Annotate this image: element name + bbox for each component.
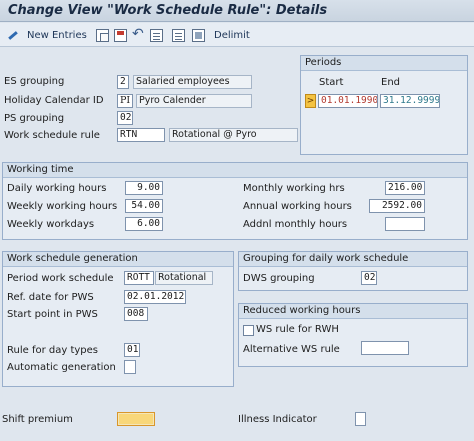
work-schedule-generation-group: Work schedule generation Period work sch… xyxy=(2,251,234,387)
illness-indicator-label: Illness Indicator xyxy=(238,414,317,425)
new-entries-label: New Entries xyxy=(27,29,87,41)
rule-day-types-field[interactable]: 01 xyxy=(124,343,140,357)
periods-group: Periods Start End > 01.01.1990 31.12.999… xyxy=(300,55,468,155)
start-point-label: Start point in PWS xyxy=(7,309,98,320)
delete-icon xyxy=(192,28,205,42)
page-title: Change View "Work Schedule Rule": Detail… xyxy=(8,3,328,18)
select-all-icon xyxy=(150,28,163,42)
rule-day-types-label: Rule for day types xyxy=(7,345,98,356)
weekly-workdays-field[interactable]: 6.00 xyxy=(125,217,163,231)
period-start-field[interactable]: 01.01.1990 xyxy=(318,94,378,108)
addnl-monthly-hours-field[interactable] xyxy=(385,217,425,231)
reduced-hours-group: Reduced working hours WS rule for RWH Al… xyxy=(238,303,468,367)
period-work-schedule-label: Period work schedule xyxy=(7,273,114,284)
work-schedule-rule-text: Rotational @ Pyro xyxy=(169,128,298,142)
row-selector[interactable]: > xyxy=(305,94,316,108)
alternative-ws-rule-label: Alternative WS rule xyxy=(243,344,340,355)
save-button[interactable] xyxy=(114,27,127,43)
es-grouping-field[interactable]: 2 xyxy=(117,75,129,89)
annual-hours-field[interactable]: 2592.00 xyxy=(369,199,425,213)
select-block-button[interactable] xyxy=(172,27,185,43)
daily-hours-label: Daily working hours xyxy=(7,183,107,194)
period-work-schedule-text: Rotational xyxy=(155,271,213,285)
reduced-hours-title: Reduced working hours xyxy=(239,304,467,319)
monthly-hours-field[interactable]: 216.00 xyxy=(385,181,425,195)
copy-icon xyxy=(96,28,109,42)
start-point-field[interactable]: 008 xyxy=(124,307,148,321)
holiday-calendar-text: Pyro Calender xyxy=(136,94,252,108)
weekly-hours-field[interactable]: 54.00 xyxy=(125,199,163,213)
holiday-calendar-field[interactable]: PI xyxy=(117,94,133,108)
monthly-hours-label: Monthly working hrs xyxy=(243,183,345,194)
period-end-field[interactable]: 31.12.9999 xyxy=(380,94,440,108)
save-icon xyxy=(114,28,127,42)
working-time-title: Working time xyxy=(3,163,467,178)
weekly-workdays-label: Weekly workdays xyxy=(7,219,95,230)
period-work-schedule-field[interactable]: ROTT xyxy=(124,271,154,285)
select-block-icon xyxy=(172,28,185,42)
working-time-group: Working time Daily working hours 9.00 We… xyxy=(2,162,468,240)
ps-grouping-field[interactable]: 02 xyxy=(117,111,133,125)
new-entries-button[interactable]: New Entries xyxy=(6,27,87,43)
dws-grouping-title: Grouping for daily work schedule xyxy=(239,252,467,267)
illness-indicator-field[interactable] xyxy=(355,412,366,426)
periods-group-title: Periods xyxy=(301,56,467,71)
dws-grouping-label: DWS grouping xyxy=(243,273,315,284)
dws-grouping-field[interactable]: 02 xyxy=(361,271,377,285)
ref-date-label: Ref. date for PWS xyxy=(7,292,94,303)
undo-icon xyxy=(132,26,145,42)
dws-grouping-group: Grouping for daily work schedule DWS gro… xyxy=(238,251,468,291)
copy-button[interactable] xyxy=(96,27,109,43)
ps-grouping-label: PS grouping xyxy=(4,113,65,124)
automatic-generation-label: Automatic generation xyxy=(7,362,116,373)
periods-end-label: End xyxy=(381,77,401,88)
delimit-button[interactable]: Delimit xyxy=(214,27,250,43)
select-all-button[interactable] xyxy=(150,27,163,43)
holiday-calendar-label: Holiday Calendar ID xyxy=(4,95,104,106)
ws-rule-rwh-label: WS rule for RWH xyxy=(256,324,339,335)
delimit-label: Delimit xyxy=(214,29,250,41)
daily-hours-field[interactable]: 9.00 xyxy=(125,181,163,195)
addnl-monthly-hours-label: Addnl monthly hours xyxy=(243,219,348,230)
pencil-icon xyxy=(6,29,19,42)
ws-rule-rwh-checkbox[interactable] xyxy=(243,325,254,336)
es-grouping-text: Salaried employees xyxy=(133,75,252,89)
work-schedule-rule-label: Work schedule rule xyxy=(4,130,100,141)
weekly-hours-label: Weekly working hours xyxy=(7,201,118,212)
shift-premium-label: Shift premium xyxy=(2,414,73,425)
periods-start-label: Start xyxy=(319,77,344,88)
ref-date-field[interactable]: 02.01.2012 xyxy=(124,290,186,304)
application-toolbar: New Entries Delimit xyxy=(0,23,474,47)
es-grouping-label: ES grouping xyxy=(4,76,65,87)
title-bar: Change View "Work Schedule Rule": Detail… xyxy=(0,0,474,22)
undo-button[interactable] xyxy=(132,26,145,43)
shift-premium-field[interactable] xyxy=(117,412,155,426)
delete-button[interactable] xyxy=(192,27,205,43)
work-schedule-generation-title: Work schedule generation xyxy=(3,252,233,267)
automatic-generation-field[interactable] xyxy=(124,360,136,374)
annual-hours-label: Annual working hours xyxy=(243,201,352,212)
work-schedule-rule-field[interactable]: RTN xyxy=(117,128,165,142)
alternative-ws-rule-field[interactable] xyxy=(361,341,409,355)
